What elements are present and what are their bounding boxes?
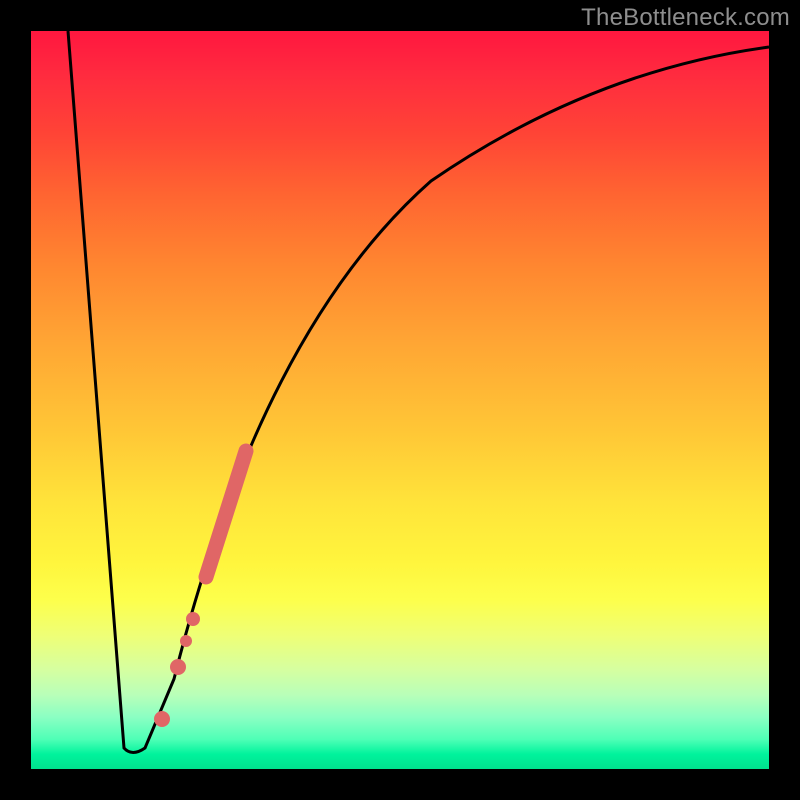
marker-dot (186, 612, 200, 626)
bottleneck-curve (68, 31, 769, 753)
marker-segment (206, 451, 246, 577)
marker-dot (180, 635, 192, 647)
plot-area (31, 31, 769, 769)
chart-svg (31, 31, 769, 769)
marker-dot (154, 711, 170, 727)
chart-frame: TheBottleneck.com (0, 0, 800, 800)
watermark-text: TheBottleneck.com (581, 4, 790, 32)
marker-dot (170, 659, 186, 675)
